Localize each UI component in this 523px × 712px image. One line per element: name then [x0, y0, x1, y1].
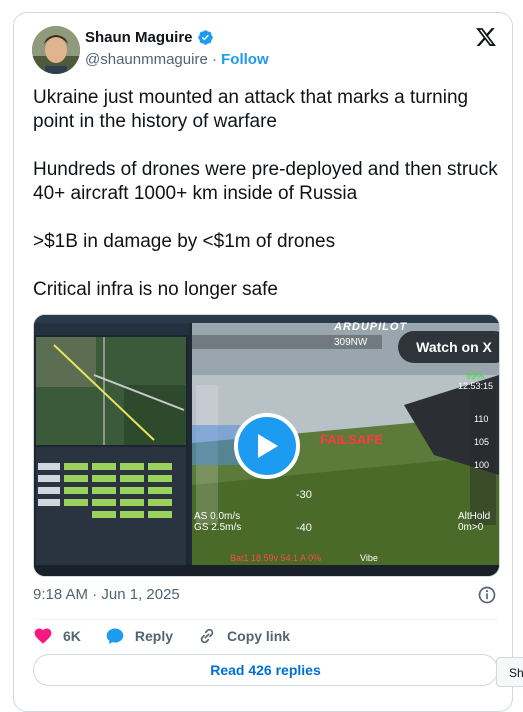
hud-brand: ARDUPILOT [334, 321, 408, 333]
hud-tick: -30 [296, 489, 312, 501]
reply-bubble-icon [106, 628, 124, 644]
hud-alt-value: 0m>0 [458, 522, 484, 533]
link-icon [200, 628, 214, 644]
like-button[interactable]: 6K [33, 626, 81, 646]
hud-tick: 100 [474, 460, 490, 470]
hud-time: 12:53:15 [458, 381, 494, 391]
x-logo-icon[interactable] [475, 26, 497, 48]
author-name[interactable]: Shaun Maguire [85, 29, 193, 46]
reply-label: Reply [134, 628, 174, 644]
hud-tick: 105 [474, 437, 490, 447]
tweet-paragraph: Hundreds of drones were pre-deployed and… [33, 159, 498, 204]
reply-button[interactable]: Reply [105, 626, 173, 646]
tweet-paragraph: Critical infra is no longer safe [33, 279, 278, 300]
info-icon[interactable] [477, 585, 497, 605]
hud-groundspeed: GS 2.5m/s [194, 522, 242, 533]
handle-separator: · [211, 51, 217, 68]
side-chip[interactable]: Sh [496, 657, 523, 687]
avatar[interactable] [32, 26, 80, 74]
action-bar: 6K Reply Copy link [33, 625, 314, 647]
hud-heading: 309NW [334, 337, 368, 348]
hud-tick: 110 [474, 414, 489, 424]
hud-percent: 99% [466, 371, 485, 381]
author-handle[interactable]: @shaunmmaguire [85, 51, 208, 68]
divider [33, 619, 498, 620]
like-count: 6K [63, 628, 81, 644]
copy-link-label: Copy link [227, 628, 291, 644]
hud-battery: Bat1 18.59v 54.1 A 0% [230, 553, 322, 563]
tweet-paragraph: Ukraine just mounted an attack that mark… [33, 87, 469, 132]
tweet-paragraph: >$1B in damage by <$1m of drones [33, 231, 336, 252]
tweet-text: Ukraine just mounted an attack that mark… [33, 86, 503, 326]
follow-button[interactable]: Follow [221, 51, 269, 68]
tweet-timestamp[interactable]: 9:18 AM · Jun 1, 2025 [33, 586, 180, 603]
read-replies-button[interactable]: Read 426 replies [33, 654, 498, 686]
hud-mode: AltHold [458, 511, 491, 522]
hud-tick: -40 [296, 522, 312, 534]
hud-failsafe: FAILSAFE [320, 432, 383, 447]
watch-on-x-button[interactable]: Watch on X [398, 331, 499, 363]
play-button[interactable] [234, 413, 300, 479]
video-media[interactable]: ARDUPILOT 309NW 99% 12:53:15 FAILSAFE -3… [33, 314, 500, 577]
verified-badge-icon [197, 30, 213, 45]
tweet-card: Shaun Maguire @shaunmmaguire · Follow Uk… [13, 12, 513, 712]
author-handle-row: @shaunmmaguire · Follow [85, 51, 269, 68]
author-name-row: Shaun Maguire [85, 29, 214, 46]
hud-vibe: Vibe [360, 553, 378, 563]
heart-icon [34, 628, 52, 644]
play-icon [258, 434, 278, 458]
hud-airspeed: AS 0.0m/s [194, 511, 241, 522]
copy-link-button[interactable]: Copy link [197, 626, 290, 646]
